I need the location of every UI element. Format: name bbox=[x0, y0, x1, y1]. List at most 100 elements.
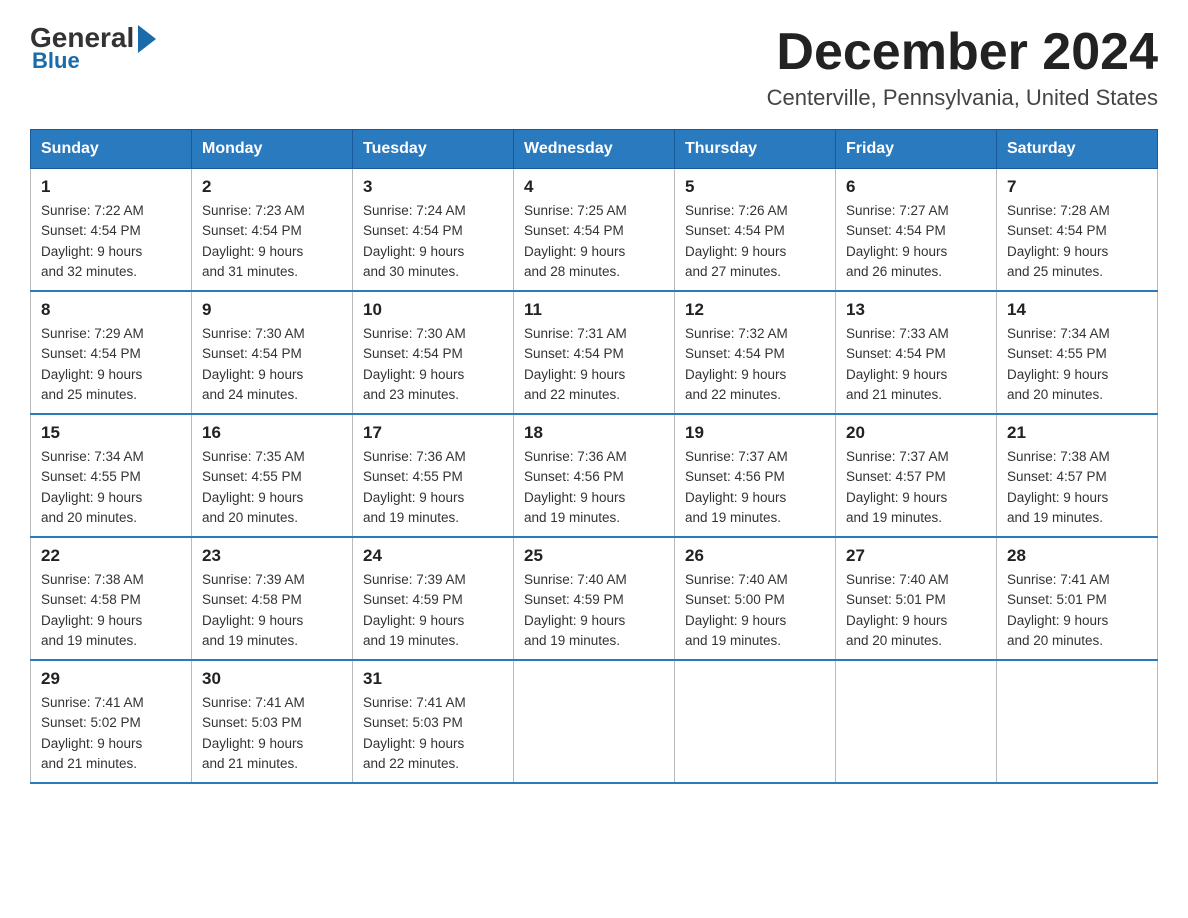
day-info: Sunrise: 7:34 AMSunset: 4:55 PMDaylight:… bbox=[1007, 324, 1147, 405]
day-number: 18 bbox=[524, 423, 664, 443]
calendar-cell: 26 Sunrise: 7:40 AMSunset: 5:00 PMDayligh… bbox=[675, 537, 836, 660]
day-info: Sunrise: 7:22 AMSunset: 4:54 PMDaylight:… bbox=[41, 201, 181, 282]
week-row-3: 15 Sunrise: 7:34 AMSunset: 4:55 PMDayligh… bbox=[31, 414, 1158, 537]
weekday-header-sunday: Sunday bbox=[31, 130, 192, 169]
calendar-cell: 13 Sunrise: 7:33 AMSunset: 4:54 PMDayligh… bbox=[836, 291, 997, 414]
logo: General Blue bbox=[30, 24, 156, 74]
day-info: Sunrise: 7:38 AMSunset: 4:58 PMDaylight:… bbox=[41, 570, 181, 651]
day-number: 13 bbox=[846, 300, 986, 320]
weekday-header-tuesday: Tuesday bbox=[353, 130, 514, 169]
calendar-cell bbox=[997, 660, 1158, 783]
day-info: Sunrise: 7:31 AMSunset: 4:54 PMDaylight:… bbox=[524, 324, 664, 405]
day-info: Sunrise: 7:36 AMSunset: 4:55 PMDaylight:… bbox=[363, 447, 503, 528]
calendar-cell: 17 Sunrise: 7:36 AMSunset: 4:55 PMDayligh… bbox=[353, 414, 514, 537]
day-info: Sunrise: 7:30 AMSunset: 4:54 PMDaylight:… bbox=[363, 324, 503, 405]
calendar-cell: 23 Sunrise: 7:39 AMSunset: 4:58 PMDayligh… bbox=[192, 537, 353, 660]
page-header: General Blue December 2024 Centerville, … bbox=[30, 24, 1158, 111]
day-info: Sunrise: 7:34 AMSunset: 4:55 PMDaylight:… bbox=[41, 447, 181, 528]
week-row-4: 22 Sunrise: 7:38 AMSunset: 4:58 PMDayligh… bbox=[31, 537, 1158, 660]
calendar-cell: 8 Sunrise: 7:29 AMSunset: 4:54 PMDaylight… bbox=[31, 291, 192, 414]
calendar-cell: 4Sunrise: 7:25 AMSunset: 4:54 PMDaylight… bbox=[514, 169, 675, 292]
day-number: 31 bbox=[363, 669, 503, 689]
calendar-cell bbox=[675, 660, 836, 783]
calendar-cell: 28Sunrise: 7:41 AMSunset: 5:01 PMDayligh… bbox=[997, 537, 1158, 660]
day-number: 19 bbox=[685, 423, 825, 443]
calendar-cell: 20 Sunrise: 7:37 AMSunset: 4:57 PMDayligh… bbox=[836, 414, 997, 537]
calendar-cell: 3Sunrise: 7:24 AMSunset: 4:54 PMDaylight… bbox=[353, 169, 514, 292]
day-number: 23 bbox=[202, 546, 342, 566]
day-info: Sunrise: 7:25 AMSunset: 4:54 PMDaylight:… bbox=[524, 201, 664, 282]
day-number: 7 bbox=[1007, 177, 1147, 197]
day-number: 22 bbox=[41, 546, 181, 566]
day-number: 30 bbox=[202, 669, 342, 689]
calendar-cell: 11Sunrise: 7:31 AMSunset: 4:54 PMDayligh… bbox=[514, 291, 675, 414]
calendar-cell: 22 Sunrise: 7:38 AMSunset: 4:58 PMDayligh… bbox=[31, 537, 192, 660]
calendar-cell bbox=[514, 660, 675, 783]
day-number: 17 bbox=[363, 423, 503, 443]
day-number: 24 bbox=[363, 546, 503, 566]
calendar-cell: 7 Sunrise: 7:28 AMSunset: 4:54 PMDaylight… bbox=[997, 169, 1158, 292]
day-info: Sunrise: 7:41 AMSunset: 5:03 PMDaylight:… bbox=[363, 693, 503, 774]
calendar-cell: 18 Sunrise: 7:36 AMSunset: 4:56 PMDayligh… bbox=[514, 414, 675, 537]
day-number: 5 bbox=[685, 177, 825, 197]
calendar-cell: 12 Sunrise: 7:32 AMSunset: 4:54 PMDayligh… bbox=[675, 291, 836, 414]
day-number: 12 bbox=[685, 300, 825, 320]
calendar-cell: 6 Sunrise: 7:27 AMSunset: 4:54 PMDaylight… bbox=[836, 169, 997, 292]
calendar-cell: 14 Sunrise: 7:34 AMSunset: 4:55 PMDayligh… bbox=[997, 291, 1158, 414]
day-number: 27 bbox=[846, 546, 986, 566]
calendar-cell: 2Sunrise: 7:23 AMSunset: 4:54 PMDaylight… bbox=[192, 169, 353, 292]
logo-blue: Blue bbox=[32, 48, 80, 74]
day-info: Sunrise: 7:41 AMSunset: 5:02 PMDaylight:… bbox=[41, 693, 181, 774]
day-number: 9 bbox=[202, 300, 342, 320]
week-row-1: 1 Sunrise: 7:22 AMSunset: 4:54 PMDaylight… bbox=[31, 169, 1158, 292]
day-info: Sunrise: 7:40 AMSunset: 5:01 PMDaylight:… bbox=[846, 570, 986, 651]
day-info: Sunrise: 7:27 AMSunset: 4:54 PMDaylight:… bbox=[846, 201, 986, 282]
day-number: 8 bbox=[41, 300, 181, 320]
month-title: December 2024 bbox=[767, 24, 1158, 81]
day-info: Sunrise: 7:35 AMSunset: 4:55 PMDaylight:… bbox=[202, 447, 342, 528]
weekday-header-thursday: Thursday bbox=[675, 130, 836, 169]
day-info: Sunrise: 7:26 AMSunset: 4:54 PMDaylight:… bbox=[685, 201, 825, 282]
weekday-header-row: SundayMondayTuesdayWednesdayThursdayFrid… bbox=[31, 130, 1158, 169]
calendar-cell: 27 Sunrise: 7:40 AMSunset: 5:01 PMDayligh… bbox=[836, 537, 997, 660]
day-number: 26 bbox=[685, 546, 825, 566]
day-info: Sunrise: 7:41 AMSunset: 5:01 PMDaylight:… bbox=[1007, 570, 1147, 651]
day-number: 14 bbox=[1007, 300, 1147, 320]
day-info: Sunrise: 7:37 AMSunset: 4:57 PMDaylight:… bbox=[846, 447, 986, 528]
day-number: 15 bbox=[41, 423, 181, 443]
day-info: Sunrise: 7:37 AMSunset: 4:56 PMDaylight:… bbox=[685, 447, 825, 528]
day-info: Sunrise: 7:38 AMSunset: 4:57 PMDaylight:… bbox=[1007, 447, 1147, 528]
title-block: December 2024 Centerville, Pennsylvania,… bbox=[767, 24, 1158, 111]
day-number: 21 bbox=[1007, 423, 1147, 443]
calendar-cell: 10Sunrise: 7:30 AMSunset: 4:54 PMDayligh… bbox=[353, 291, 514, 414]
day-number: 25 bbox=[524, 546, 664, 566]
day-info: Sunrise: 7:39 AMSunset: 4:59 PMDaylight:… bbox=[363, 570, 503, 651]
week-row-2: 8 Sunrise: 7:29 AMSunset: 4:54 PMDaylight… bbox=[31, 291, 1158, 414]
calendar-cell bbox=[836, 660, 997, 783]
calendar-cell: 31 Sunrise: 7:41 AMSunset: 5:03 PMDayligh… bbox=[353, 660, 514, 783]
weekday-header-friday: Friday bbox=[836, 130, 997, 169]
calendar-cell: 16 Sunrise: 7:35 AMSunset: 4:55 PMDayligh… bbox=[192, 414, 353, 537]
day-info: Sunrise: 7:40 AMSunset: 5:00 PMDaylight:… bbox=[685, 570, 825, 651]
calendar-cell: 24 Sunrise: 7:39 AMSunset: 4:59 PMDayligh… bbox=[353, 537, 514, 660]
day-info: Sunrise: 7:23 AMSunset: 4:54 PMDaylight:… bbox=[202, 201, 342, 282]
day-number: 1 bbox=[41, 177, 181, 197]
day-info: Sunrise: 7:33 AMSunset: 4:54 PMDaylight:… bbox=[846, 324, 986, 405]
day-info: Sunrise: 7:40 AMSunset: 4:59 PMDaylight:… bbox=[524, 570, 664, 651]
day-number: 20 bbox=[846, 423, 986, 443]
calendar-cell: 1 Sunrise: 7:22 AMSunset: 4:54 PMDaylight… bbox=[31, 169, 192, 292]
calendar-cell: 9 Sunrise: 7:30 AMSunset: 4:54 PMDaylight… bbox=[192, 291, 353, 414]
day-number: 3 bbox=[363, 177, 503, 197]
day-info: Sunrise: 7:36 AMSunset: 4:56 PMDaylight:… bbox=[524, 447, 664, 528]
day-info: Sunrise: 7:28 AMSunset: 4:54 PMDaylight:… bbox=[1007, 201, 1147, 282]
day-info: Sunrise: 7:39 AMSunset: 4:58 PMDaylight:… bbox=[202, 570, 342, 651]
calendar-cell: 30 Sunrise: 7:41 AMSunset: 5:03 PMDayligh… bbox=[192, 660, 353, 783]
day-number: 16 bbox=[202, 423, 342, 443]
calendar-cell: 19 Sunrise: 7:37 AMSunset: 4:56 PMDayligh… bbox=[675, 414, 836, 537]
day-info: Sunrise: 7:30 AMSunset: 4:54 PMDaylight:… bbox=[202, 324, 342, 405]
day-info: Sunrise: 7:32 AMSunset: 4:54 PMDaylight:… bbox=[685, 324, 825, 405]
location-title: Centerville, Pennsylvania, United States bbox=[767, 85, 1158, 111]
day-info: Sunrise: 7:29 AMSunset: 4:54 PMDaylight:… bbox=[41, 324, 181, 405]
day-number: 6 bbox=[846, 177, 986, 197]
day-info: Sunrise: 7:41 AMSunset: 5:03 PMDaylight:… bbox=[202, 693, 342, 774]
